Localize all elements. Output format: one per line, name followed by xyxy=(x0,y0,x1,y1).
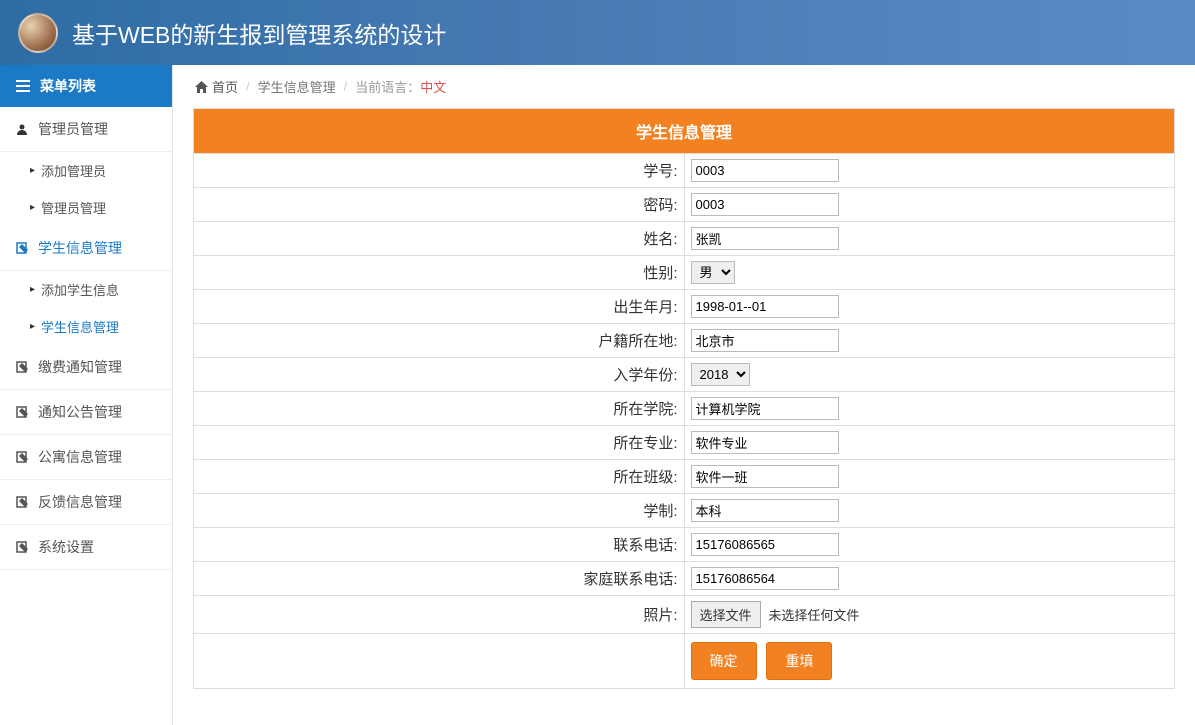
file-choose-button[interactable]: 选择文件 xyxy=(691,601,761,628)
sidebar-group-label: 通知公告管理 xyxy=(38,402,122,422)
reset-button[interactable]: 重填 xyxy=(766,642,832,680)
input-college[interactable] xyxy=(691,397,839,420)
edit-icon xyxy=(16,451,30,463)
label-residence: 户籍所在地: xyxy=(194,324,685,358)
sidebar-group-notice[interactable]: 通知公告管理 xyxy=(0,390,172,435)
edit-icon xyxy=(16,541,30,553)
breadcrumb-lang-value[interactable]: 中文 xyxy=(420,77,446,96)
sidebar-item-manage-student[interactable]: 学生信息管理 xyxy=(0,308,172,345)
form-title: 学生信息管理 xyxy=(194,109,1175,154)
label-gender: 性别: xyxy=(194,256,685,290)
sidebar-group-student[interactable]: 学生信息管理 xyxy=(0,226,172,271)
breadcrumb-section[interactable]: 学生信息管理 xyxy=(258,77,336,96)
content-area: 首页 / 学生信息管理 / 当前语言： 中文 学生信息管理 学号: 密码: 姓名 xyxy=(173,65,1195,725)
avatar xyxy=(18,13,58,53)
input-class[interactable] xyxy=(691,465,839,488)
sidebar-group-settings[interactable]: 系统设置 xyxy=(0,525,172,570)
select-gender[interactable]: 男 xyxy=(691,261,735,284)
label-college: 所在学院: xyxy=(194,392,685,426)
submit-button[interactable]: 确定 xyxy=(691,642,757,680)
label-birth: 出生年月: xyxy=(194,290,685,324)
input-password[interactable] xyxy=(691,193,839,216)
sidebar-group-label: 管理员管理 xyxy=(38,119,108,139)
label-password: 密码: xyxy=(194,188,685,222)
label-class: 所在班级: xyxy=(194,460,685,494)
user-icon xyxy=(16,123,30,135)
input-phone[interactable] xyxy=(691,533,839,556)
edit-icon xyxy=(16,242,30,254)
label-phone: 联系电话: xyxy=(194,528,685,562)
sidebar-group-label: 缴费通知管理 xyxy=(38,357,122,377)
breadcrumb: 首页 / 学生信息管理 / 当前语言： 中文 xyxy=(173,65,1195,108)
label-student-id: 学号: xyxy=(194,154,685,188)
sidebar-group-payment[interactable]: 缴费通知管理 xyxy=(0,345,172,390)
label-family-phone: 家庭联系电话: xyxy=(194,562,685,596)
label-photo: 照片: xyxy=(194,596,685,634)
input-education[interactable] xyxy=(691,499,839,522)
input-student-id[interactable] xyxy=(691,159,839,182)
input-name[interactable] xyxy=(691,227,839,250)
sidebar-group-admin[interactable]: 管理员管理 xyxy=(0,107,172,152)
breadcrumb-lang-label: 当前语言： xyxy=(355,77,420,96)
label-education: 学制: xyxy=(194,494,685,528)
bars-icon xyxy=(16,80,30,92)
input-birth[interactable] xyxy=(691,295,839,318)
breadcrumb-home[interactable]: 首页 xyxy=(195,77,238,96)
sidebar-group-label: 学生信息管理 xyxy=(38,238,122,258)
sidebar-group-label: 系统设置 xyxy=(38,537,94,557)
label-major: 所在专业: xyxy=(194,426,685,460)
input-residence[interactable] xyxy=(691,329,839,352)
sidebar-header: 菜单列表 xyxy=(0,65,172,107)
input-major[interactable] xyxy=(691,431,839,454)
input-family-phone[interactable] xyxy=(691,567,839,590)
select-enroll-year[interactable]: 2018 xyxy=(691,363,750,386)
breadcrumb-sep: / xyxy=(344,79,348,94)
sidebar-group-dorm[interactable]: 公寓信息管理 xyxy=(0,435,172,480)
edit-icon xyxy=(16,361,30,373)
sidebar: 菜单列表 管理员管理 添加管理员 管理员管理 学生信息管理 添加学生信息 学生信… xyxy=(0,65,173,725)
label-name: 姓名: xyxy=(194,222,685,256)
app-title: 基于WEB的新生报到管理系统的设计 xyxy=(72,16,446,50)
sidebar-group-feedback[interactable]: 反馈信息管理 xyxy=(0,480,172,525)
label-enroll-year: 入学年份: xyxy=(194,358,685,392)
sidebar-item-add-student[interactable]: 添加学生信息 xyxy=(0,271,172,308)
file-status: 未选择任何文件 xyxy=(768,608,859,623)
sidebar-group-label: 反馈信息管理 xyxy=(38,492,122,512)
sidebar-group-label: 公寓信息管理 xyxy=(38,447,122,467)
sidebar-header-label: 菜单列表 xyxy=(40,76,96,96)
edit-icon xyxy=(16,406,30,418)
student-form-table: 学生信息管理 学号: 密码: 姓名: 性别: 男 xyxy=(193,108,1175,689)
sidebar-item-manage-admin[interactable]: 管理员管理 xyxy=(0,189,172,226)
sidebar-item-add-admin[interactable]: 添加管理员 xyxy=(0,152,172,189)
edit-icon xyxy=(16,496,30,508)
home-icon xyxy=(195,81,208,93)
breadcrumb-sep: / xyxy=(246,79,250,94)
app-header: 基于WEB的新生报到管理系统的设计 xyxy=(0,0,1195,65)
